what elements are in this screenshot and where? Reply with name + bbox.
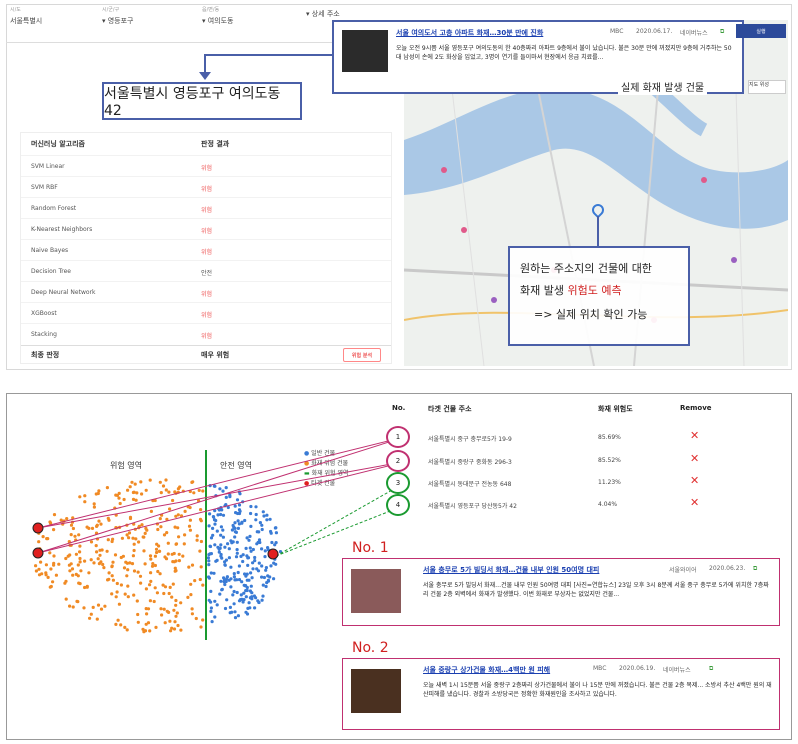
row-number-badge: 1 [386, 426, 410, 448]
news-title-link[interactable]: 서울 충무로 5가 빌딩서 화재…건물 내부 인원 50여명 대피 [423, 565, 599, 575]
news-date: 2020.06.19. [619, 665, 656, 672]
target-address: 서울특별시 중랑구 중화동 296-3 [428, 459, 512, 466]
remove-icon[interactable]: ✕ [690, 474, 699, 487]
col-address: 타겟 건물 주소 [428, 405, 472, 413]
news-body: 서울 충무로 5가 빌딩서 화재…건물 내부 인원 50여명 대피 [사진=연합… [423, 582, 769, 598]
remove-icon[interactable]: ✕ [690, 452, 699, 465]
news-card-2: 서울 중랑구 상가건물 화재…4백만 원 피해 MBC 2020.06.19. … [342, 658, 780, 730]
news-source: MBC [593, 665, 607, 672]
news-source: 서울와이어 [669, 567, 697, 574]
news-title-link[interactable]: 서울 중랑구 상가건물 화재…4백만 원 피해 [423, 665, 550, 675]
table-row: 서울특별시 중구 충무로5가 19-9 85.69% ✕ [428, 427, 768, 449]
row-number-badge: 4 [386, 494, 410, 516]
table-row: 서울특별시 동대문구 전농동 648 11.23% ✕ [428, 472, 768, 494]
risk-percent: 11.23% [598, 479, 621, 486]
news-thumbnail [351, 569, 401, 613]
risk-percent: 4.04% [598, 501, 618, 508]
news-no-1-label: No. 1 [352, 540, 389, 556]
risk-percent: 85.52% [598, 457, 621, 464]
remove-icon[interactable]: ✕ [690, 429, 699, 442]
news-body: 오늘 새벽 1시 15분쯤 서울 중랑구 2층짜리 상가건물에서 불이 나 15… [423, 682, 772, 698]
target-address: 서울특별시 동대문구 전농동 648 [428, 481, 512, 488]
remove-icon[interactable]: ✕ [690, 496, 699, 509]
news-no-2-label: No. 2 [352, 640, 389, 656]
col-remove: Remove [680, 404, 712, 412]
row-number-badge: 3 [386, 472, 410, 494]
target-connector-lines [32, 435, 409, 560]
external-link-icon[interactable]: ⧉ [709, 665, 713, 673]
col-risk: 화재 위험도 [598, 405, 633, 413]
target-address: 서울특별시 중구 충무로5가 19-9 [428, 436, 512, 443]
news-card-1: 서울 충무로 5가 빌딩서 화재…건물 내부 인원 50여명 대피 서울와이어 … [342, 558, 780, 626]
news-portal[interactable]: 네이버뉴스 [663, 665, 691, 674]
news-date: 2020.06.23. [709, 565, 746, 572]
table-row: 서울특별시 중랑구 중화동 296-3 85.52% ✕ [428, 450, 768, 472]
news-thumbnail [351, 669, 401, 713]
table-row: 서울특별시 영등포구 당산동5가 42 4.04% ✕ [428, 494, 768, 516]
col-no: No. [392, 404, 406, 412]
row-number-badge: 2 [386, 450, 410, 472]
risk-percent: 85.69% [598, 434, 621, 441]
external-link-icon[interactable]: ⧉ [753, 565, 757, 573]
target-address: 서울특별시 영등포구 당산동5가 42 [428, 503, 517, 510]
